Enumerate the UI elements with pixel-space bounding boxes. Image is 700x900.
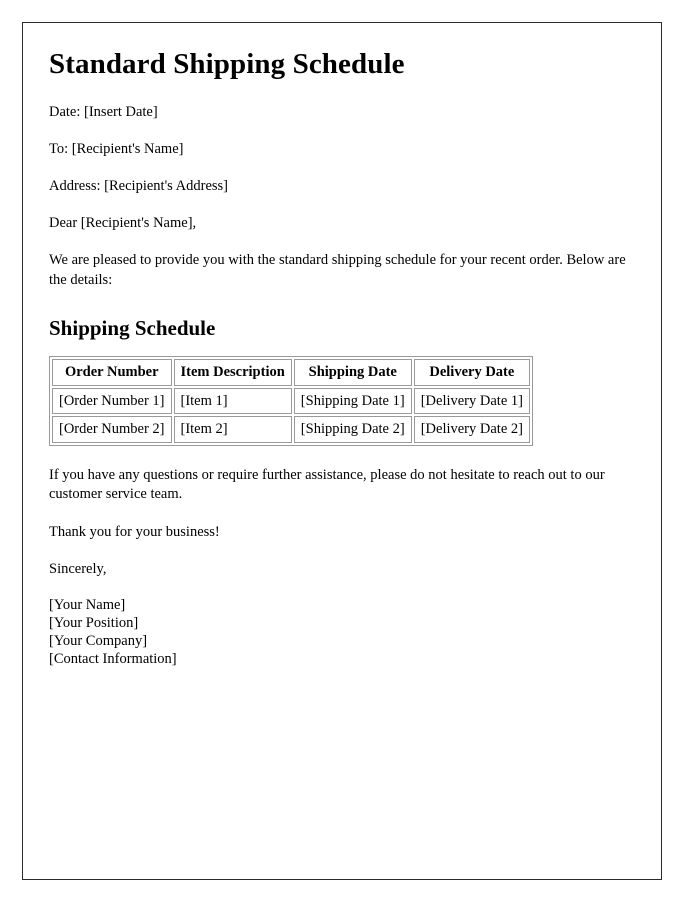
sign-off: Sincerely, [49, 560, 107, 577]
table-header-row: Order Number Item Description Shipping D… [52, 358, 530, 386]
document-body: Standard Shipping Schedule Date: [Insert… [23, 23, 661, 669]
signature-contact: [Contact Information] [49, 650, 177, 667]
signature-company: [Your Company] [49, 632, 148, 649]
salutation: Dear [Recipient's Name], [49, 215, 197, 232]
cell-delivery-date: [Delivery Date 2] [413, 416, 530, 444]
column-header-delivery-date: Delivery Date [413, 358, 530, 386]
shipping-schedule-table: Order Number Item Description Shipping D… [49, 355, 533, 447]
cell-order-number: [Order Number 1] [52, 387, 172, 415]
signature-position: [Your Position] [49, 614, 139, 631]
document-page: Standard Shipping Schedule Date: [Insert… [22, 22, 662, 880]
signature-name: [Your Name] [49, 596, 126, 613]
date-line: Date: [Insert Date] [49, 103, 158, 120]
recipient-address-line: Address: [Recipient's Address] [49, 178, 228, 195]
thanks-line: Thank you for your business! [49, 523, 220, 540]
cell-delivery-date: [Delivery Date 1] [413, 387, 530, 415]
cell-item-description: [Item 1] [173, 387, 292, 415]
table-row: [Order Number 2] [Item 2] [Shipping Date… [52, 416, 530, 444]
cell-shipping-date: [Shipping Date 2] [293, 416, 412, 444]
cell-item-description: [Item 2] [173, 416, 292, 444]
recipient-name-line: To: [Recipient's Name] [49, 141, 184, 158]
section-heading-shipping-schedule: Shipping Schedule [49, 315, 216, 340]
cell-shipping-date: [Shipping Date 1] [293, 387, 412, 415]
column-header-order-number: Order Number [52, 358, 172, 386]
closing-paragraph: If you have any questions or require fur… [49, 467, 605, 503]
page-title: Standard Shipping Schedule [49, 48, 405, 80]
column-header-shipping-date: Shipping Date [293, 358, 412, 386]
table-row: [Order Number 1] [Item 1] [Shipping Date… [52, 387, 530, 415]
signature-block: [Your Name] [Your Position] [Your Compan… [49, 597, 635, 669]
cell-order-number: [Order Number 2] [52, 416, 172, 444]
intro-paragraph: We are pleased to provide you with the s… [49, 252, 626, 288]
column-header-item-description: Item Description [173, 358, 292, 386]
